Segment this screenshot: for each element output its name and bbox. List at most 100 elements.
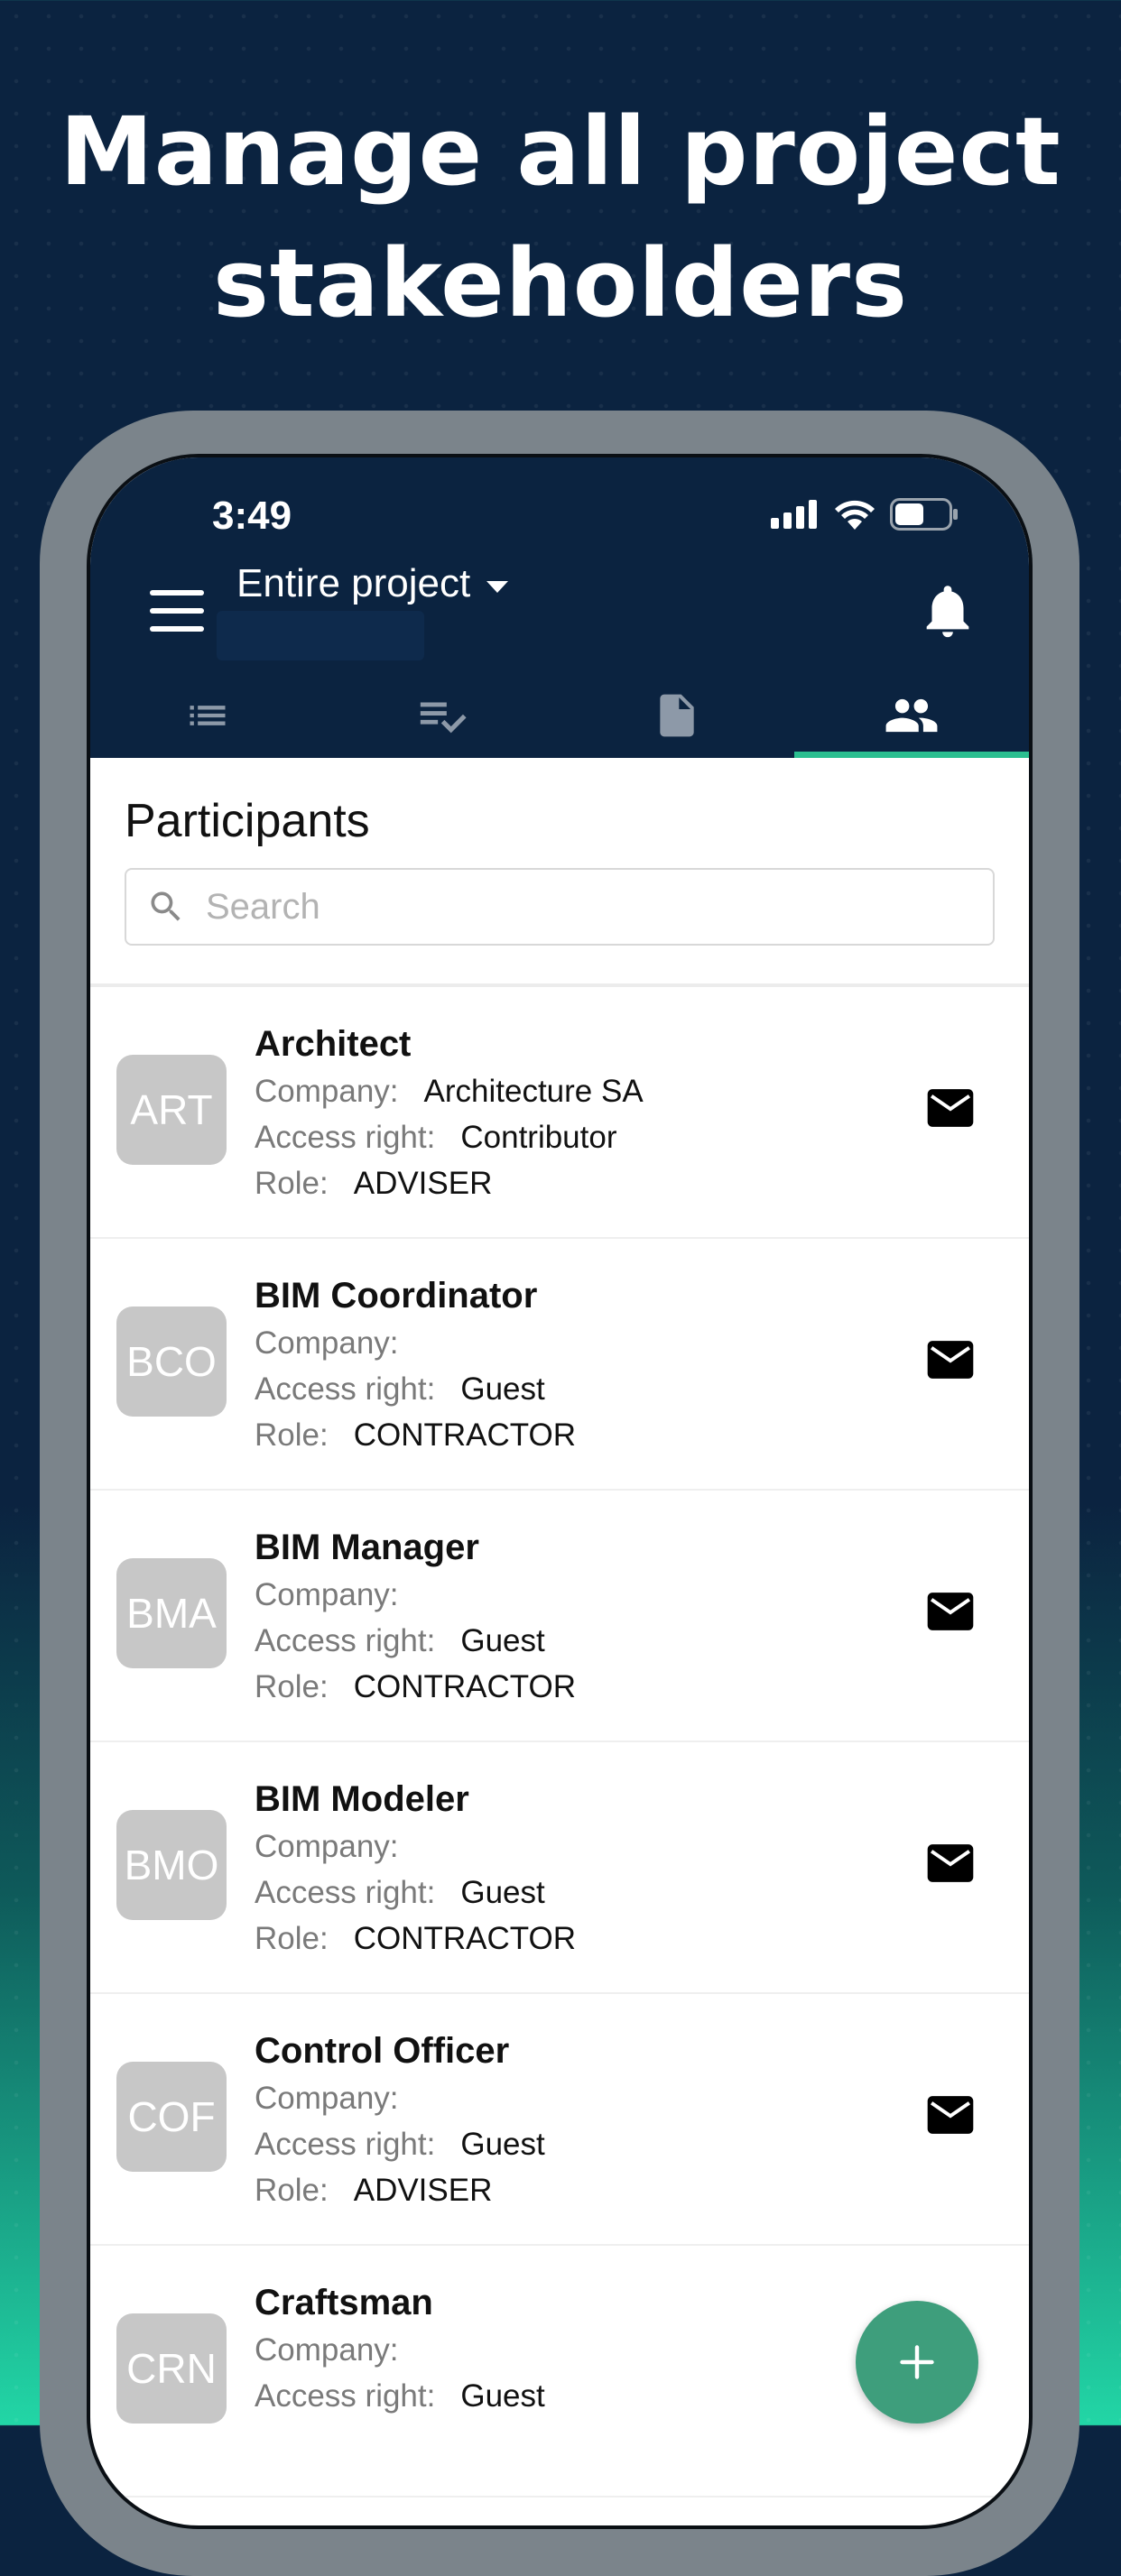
company-label: Company: <box>255 2332 399 2368</box>
participant-info: Craftsman Company: Access right: Guest <box>255 2280 545 2419</box>
access-right-field: Access right: Contributor <box>255 1114 644 1160</box>
signal-icon <box>771 500 817 529</box>
hamburger-menu-button[interactable] <box>150 590 204 632</box>
role-value: ADVISER <box>353 2173 493 2208</box>
avatar: COF <box>116 2062 227 2172</box>
mail-icon[interactable] <box>926 1340 975 1380</box>
mail-icon[interactable] <box>926 1088 975 1128</box>
participant-name: Architect <box>255 1024 412 1064</box>
search-field[interactable] <box>125 868 995 946</box>
battery-icon <box>890 498 958 531</box>
role-label: Role: <box>255 1166 329 1201</box>
company-label: Company: <box>255 2081 399 2116</box>
avatar: ART <box>116 1055 227 1165</box>
role-label: Role: <box>255 1417 329 1453</box>
access-right-field: Access right: Guest <box>255 1870 576 1916</box>
company-field: Company: <box>255 1320 576 1366</box>
mail-icon[interactable] <box>926 1592 975 1631</box>
role-value: CONTRACTOR <box>353 1417 577 1453</box>
participant-info: Control Officer Company: Access right: Gu… <box>255 2028 545 2213</box>
access-right-field: Access right: Guest <box>255 1366 576 1412</box>
participant-row[interactable]: BMA BIM Manager Company: Access right: Gu… <box>90 1491 1029 1742</box>
role-field: Role: ADVISER <box>255 2167 545 2213</box>
company-field: Company: <box>255 1824 576 1870</box>
role-field: Role: CONTRACTOR <box>255 1412 576 1458</box>
tab-bar <box>90 672 1029 758</box>
participant-row[interactable]: COF Control Officer Company: Access righ… <box>90 1994 1029 2246</box>
role-label: Role: <box>255 2173 329 2208</box>
participant-row[interactable]: BMO BIM Modeler Company: Access right: Gu… <box>90 1742 1029 1994</box>
project-label: Entire project <box>236 561 471 605</box>
mail-icon[interactable] <box>926 2095 975 2135</box>
document-icon <box>660 694 694 736</box>
access-right-label: Access right: <box>255 1120 436 1155</box>
company-field: Company: Architecture SA <box>255 1068 644 1114</box>
role-field: Role: ADVISER <box>255 1160 644 1206</box>
participant-info: Architect Company: Architecture SA Access… <box>255 1021 644 1206</box>
access-right-value: Contributor <box>460 1120 617 1155</box>
participant-name: Control Officer <box>255 2031 510 2071</box>
tab-tasks[interactable] <box>325 672 560 758</box>
participant-name: BIM Manager <box>255 1528 479 1567</box>
participant-name: BIM Coordinator <box>255 1276 538 1316</box>
participant-info: BIM Modeler Company: Access right: Guest … <box>255 1777 576 1962</box>
access-right-field: Access right: Guest <box>255 1618 576 1664</box>
headline-line-1: Manage all project <box>60 97 1061 207</box>
avatar: BCO <box>116 1306 227 1417</box>
avatar: CRN <box>116 2313 227 2424</box>
company-field: Company: <box>255 1572 576 1618</box>
access-right-label: Access right: <box>255 1875 436 1910</box>
tab-participants[interactable] <box>794 672 1029 758</box>
search-input[interactable] <box>204 885 948 928</box>
project-selector[interactable]: Entire project <box>236 561 509 606</box>
access-right-value: Guest <box>460 1371 545 1407</box>
phone-screen: 3:49 Entire project Participants Search … <box>87 454 1033 2529</box>
participant-row[interactable]: ART Architect Company: Architecture SA Ac… <box>90 987 1029 1239</box>
chevron-down-icon <box>486 580 509 593</box>
hamburger-menu-icon <box>150 590 204 596</box>
plus-icon <box>900 2345 934 2379</box>
bell-icon <box>926 586 969 638</box>
status-time: 3:49 <box>212 494 292 538</box>
company-label: Company: <box>255 1829 399 1864</box>
notifications-button[interactable] <box>916 579 979 642</box>
access-right-value: Guest <box>460 2378 545 2414</box>
app-header: 3:49 Entire project <box>90 457 1029 758</box>
participants-list: ART Architect Company: Architecture SA Ac… <box>90 987 1029 2498</box>
page-title: Participants <box>125 795 370 847</box>
checklist-icon <box>420 702 467 733</box>
role-value: ADVISER <box>353 1166 493 1201</box>
promo-headline: Manage all project stakeholders <box>0 86 1121 349</box>
access-right-field: Access right: Guest <box>255 2121 545 2167</box>
company-label: Company: <box>255 1074 399 1109</box>
headline-line-2: stakeholders <box>212 228 908 338</box>
role-value: CONTRACTOR <box>353 1921 577 1956</box>
access-right-value: Guest <box>460 2127 545 2162</box>
company-field: Company: <box>255 2327 545 2373</box>
role-field: Role: CONTRACTOR <box>255 1916 576 1962</box>
participant-name: Craftsman <box>255 2283 433 2322</box>
status-icons <box>771 498 959 531</box>
role-label: Role: <box>255 1921 329 1956</box>
list-icon <box>190 705 226 725</box>
role-field: Role: CONTRACTOR <box>255 1664 576 1710</box>
search-icon <box>151 891 181 921</box>
tab-list[interactable] <box>90 672 325 758</box>
participant-name: BIM Modeler <box>255 1779 469 1819</box>
access-right-field: Access right: Guest <box>255 2373 545 2419</box>
access-right-label: Access right: <box>255 2127 436 2162</box>
access-right-label: Access right: <box>255 1371 436 1407</box>
mail-icon[interactable] <box>926 1843 975 1883</box>
company-label: Company: <box>255 1577 399 1612</box>
access-right-label: Access right: <box>255 1623 436 1658</box>
add-participant-button[interactable] <box>856 2301 978 2424</box>
company-label: Company: <box>255 1325 399 1361</box>
role-label: Role: <box>255 1669 329 1704</box>
participant-row[interactable]: BCO BIM Coordinator Company: Access righ… <box>90 1239 1029 1491</box>
company-value: Architecture SA <box>423 1074 644 1109</box>
tab-documents[interactable] <box>560 672 794 758</box>
role-value: CONTRACTOR <box>353 1669 577 1704</box>
wifi-icon <box>835 500 875 530</box>
avatar: BMA <box>116 1558 227 1668</box>
participant-info: BIM Coordinator Company: Access right: Gu… <box>255 1273 576 1458</box>
